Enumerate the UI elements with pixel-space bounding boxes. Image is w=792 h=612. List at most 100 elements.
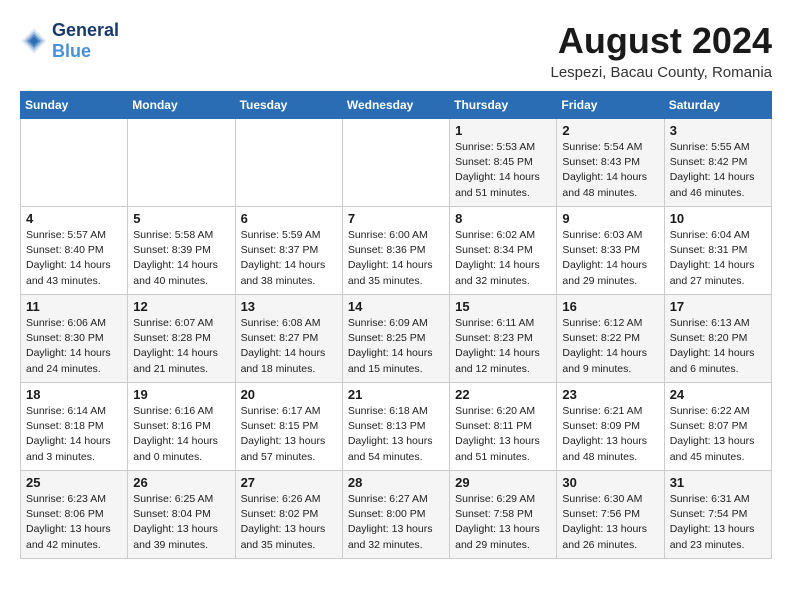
day-detail: Sunrise: 6:11 AMSunset: 8:23 PMDaylight:… — [455, 316, 551, 377]
calendar-day-1: 1 Sunrise: 5:53 AMSunset: 8:45 PMDaylight… — [450, 119, 557, 207]
calendar-day-20: 20 Sunrise: 6:17 AMSunset: 8:15 PMDayligh… — [235, 383, 342, 471]
column-header-sunday: Sunday — [21, 92, 128, 119]
calendar-day-empty-0-3 — [342, 119, 449, 207]
calendar-week-2: 4 Sunrise: 5:57 AMSunset: 8:40 PMDaylight… — [21, 207, 772, 295]
day-number: 26 — [133, 475, 229, 490]
day-detail: Sunrise: 6:27 AMSunset: 8:00 PMDaylight:… — [348, 492, 444, 553]
day-detail: Sunrise: 5:59 AMSunset: 8:37 PMDaylight:… — [241, 228, 337, 289]
day-detail: Sunrise: 6:29 AMSunset: 7:58 PMDaylight:… — [455, 492, 551, 553]
day-detail: Sunrise: 5:53 AMSunset: 8:45 PMDaylight:… — [455, 140, 551, 201]
logo-text: General Blue — [52, 20, 119, 62]
calendar-day-11: 11 Sunrise: 6:06 AMSunset: 8:30 PMDayligh… — [21, 295, 128, 383]
day-detail: Sunrise: 6:04 AMSunset: 8:31 PMDaylight:… — [670, 228, 766, 289]
day-detail: Sunrise: 6:21 AMSunset: 8:09 PMDaylight:… — [562, 404, 658, 465]
column-header-thursday: Thursday — [450, 92, 557, 119]
day-number: 19 — [133, 387, 229, 402]
calendar-day-6: 6 Sunrise: 5:59 AMSunset: 8:37 PMDaylight… — [235, 207, 342, 295]
calendar-week-5: 25 Sunrise: 6:23 AMSunset: 8:06 PMDayligh… — [21, 471, 772, 559]
day-number: 3 — [670, 123, 766, 138]
day-detail: Sunrise: 6:26 AMSunset: 8:02 PMDaylight:… — [241, 492, 337, 553]
month-year-title: August 2024 — [550, 20, 772, 62]
calendar-day-29: 29 Sunrise: 6:29 AMSunset: 7:58 PMDayligh… — [450, 471, 557, 559]
day-number: 15 — [455, 299, 551, 314]
calendar-day-empty-0-2 — [235, 119, 342, 207]
day-detail: Sunrise: 6:07 AMSunset: 8:28 PMDaylight:… — [133, 316, 229, 377]
column-header-tuesday: Tuesday — [235, 92, 342, 119]
day-number: 23 — [562, 387, 658, 402]
calendar-day-15: 15 Sunrise: 6:11 AMSunset: 8:23 PMDayligh… — [450, 295, 557, 383]
day-number: 4 — [26, 211, 122, 226]
day-detail: Sunrise: 6:31 AMSunset: 7:54 PMDaylight:… — [670, 492, 766, 553]
calendar-day-26: 26 Sunrise: 6:25 AMSunset: 8:04 PMDayligh… — [128, 471, 235, 559]
logo: General Blue — [20, 20, 119, 62]
day-number: 1 — [455, 123, 551, 138]
calendar-day-19: 19 Sunrise: 6:16 AMSunset: 8:16 PMDayligh… — [128, 383, 235, 471]
day-number: 6 — [241, 211, 337, 226]
day-number: 25 — [26, 475, 122, 490]
calendar-day-22: 22Sunrise: 6:20 AMSunset: 8:11 PMDayligh… — [450, 383, 557, 471]
column-header-monday: Monday — [128, 92, 235, 119]
day-detail: Sunrise: 6:09 AMSunset: 8:25 PMDaylight:… — [348, 316, 444, 377]
day-detail: Sunrise: 6:00 AMSunset: 8:36 PMDaylight:… — [348, 228, 444, 289]
day-detail: Sunrise: 6:12 AMSunset: 8:22 PMDaylight:… — [562, 316, 658, 377]
day-detail: Sunrise: 6:23 AMSunset: 8:06 PMDaylight:… — [26, 492, 122, 553]
day-detail: Sunrise: 6:16 AMSunset: 8:16 PMDaylight:… — [133, 404, 229, 465]
day-detail: Sunrise: 6:13 AMSunset: 8:20 PMDaylight:… — [670, 316, 766, 377]
day-number: 27 — [241, 475, 337, 490]
calendar-week-4: 18 Sunrise: 6:14 AMSunset: 8:18 PMDayligh… — [21, 383, 772, 471]
title-area: August 2024 Lespezi, Bacau County, Roman… — [550, 20, 772, 81]
calendar-header-row: SundayMondayTuesdayWednesdayThursdayFrid… — [21, 92, 772, 119]
calendar-day-31: 31 Sunrise: 6:31 AMSunset: 7:54 PMDayligh… — [664, 471, 771, 559]
day-detail: Sunrise: 6:06 AMSunset: 8:30 PMDaylight:… — [26, 316, 122, 377]
calendar-day-23: 23 Sunrise: 6:21 AMSunset: 8:09 PMDayligh… — [557, 383, 664, 471]
calendar-day-17: 17Sunrise: 6:13 AMSunset: 8:20 PMDayligh… — [664, 295, 771, 383]
calendar-week-3: 11 Sunrise: 6:06 AMSunset: 8:30 PMDayligh… — [21, 295, 772, 383]
calendar-day-10: 10 Sunrise: 6:04 AMSunset: 8:31 PMDayligh… — [664, 207, 771, 295]
day-detail: Sunrise: 6:17 AMSunset: 8:15 PMDaylight:… — [241, 404, 337, 465]
calendar-day-empty-0-1 — [128, 119, 235, 207]
day-number: 12 — [133, 299, 229, 314]
calendar-day-28: 28 Sunrise: 6:27 AMSunset: 8:00 PMDayligh… — [342, 471, 449, 559]
day-detail: Sunrise: 5:57 AMSunset: 8:40 PMDaylight:… — [26, 228, 122, 289]
day-number: 28 — [348, 475, 444, 490]
day-number: 31 — [670, 475, 766, 490]
day-number: 11 — [26, 299, 122, 314]
day-number: 20 — [241, 387, 337, 402]
calendar-day-4: 4 Sunrise: 5:57 AMSunset: 8:40 PMDaylight… — [21, 207, 128, 295]
day-number: 8 — [455, 211, 551, 226]
day-number: 18 — [26, 387, 122, 402]
day-detail: Sunrise: 6:22 AMSunset: 8:07 PMDaylight:… — [670, 404, 766, 465]
day-detail: Sunrise: 5:58 AMSunset: 8:39 PMDaylight:… — [133, 228, 229, 289]
day-detail: Sunrise: 5:55 AMSunset: 8:42 PMDaylight:… — [670, 140, 766, 201]
calendar-day-16: 16Sunrise: 6:12 AMSunset: 8:22 PMDayligh… — [557, 295, 664, 383]
calendar-day-9: 9Sunrise: 6:03 AMSunset: 8:33 PMDaylight… — [557, 207, 664, 295]
day-number: 29 — [455, 475, 551, 490]
calendar-week-1: 1 Sunrise: 5:53 AMSunset: 8:45 PMDaylight… — [21, 119, 772, 207]
day-number: 24 — [670, 387, 766, 402]
calendar-day-18: 18 Sunrise: 6:14 AMSunset: 8:18 PMDayligh… — [21, 383, 128, 471]
page-header: General Blue August 2024 Lespezi, Bacau … — [20, 20, 772, 81]
day-detail: Sunrise: 6:14 AMSunset: 8:18 PMDaylight:… — [26, 404, 122, 465]
logo-icon — [20, 27, 48, 55]
day-number: 7 — [348, 211, 444, 226]
calendar-day-13: 13Sunrise: 6:08 AMSunset: 8:27 PMDayligh… — [235, 295, 342, 383]
day-detail: Sunrise: 6:18 AMSunset: 8:13 PMDaylight:… — [348, 404, 444, 465]
column-header-wednesday: Wednesday — [342, 92, 449, 119]
day-number: 14 — [348, 299, 444, 314]
column-header-saturday: Saturday — [664, 92, 771, 119]
day-detail: Sunrise: 6:20 AMSunset: 8:11 PMDaylight:… — [455, 404, 551, 465]
day-detail: Sunrise: 5:54 AMSunset: 8:43 PMDaylight:… — [562, 140, 658, 201]
column-header-friday: Friday — [557, 92, 664, 119]
calendar-day-24: 24 Sunrise: 6:22 AMSunset: 8:07 PMDayligh… — [664, 383, 771, 471]
calendar-day-27: 27 Sunrise: 6:26 AMSunset: 8:02 PMDayligh… — [235, 471, 342, 559]
calendar-day-21: 21 Sunrise: 6:18 AMSunset: 8:13 PMDayligh… — [342, 383, 449, 471]
day-number: 10 — [670, 211, 766, 226]
calendar-day-7: 7 Sunrise: 6:00 AMSunset: 8:36 PMDaylight… — [342, 207, 449, 295]
day-detail: Sunrise: 6:25 AMSunset: 8:04 PMDaylight:… — [133, 492, 229, 553]
calendar-day-empty-0-0 — [21, 119, 128, 207]
day-number: 21 — [348, 387, 444, 402]
calendar-day-14: 14 Sunrise: 6:09 AMSunset: 8:25 PMDayligh… — [342, 295, 449, 383]
calendar-day-30: 30Sunrise: 6:30 AMSunset: 7:56 PMDayligh… — [557, 471, 664, 559]
calendar-table: SundayMondayTuesdayWednesdayThursdayFrid… — [20, 91, 772, 559]
day-detail: Sunrise: 6:02 AMSunset: 8:34 PMDaylight:… — [455, 228, 551, 289]
